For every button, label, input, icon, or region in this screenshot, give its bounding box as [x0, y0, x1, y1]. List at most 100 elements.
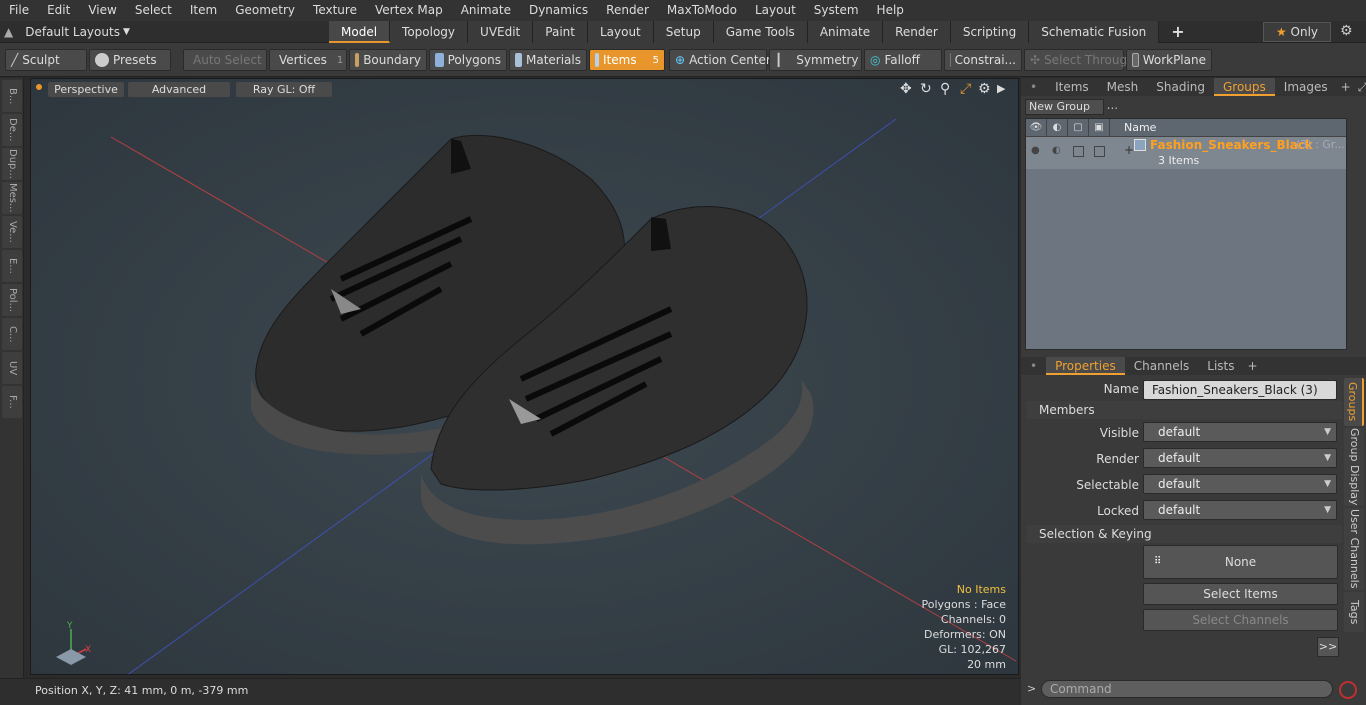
group-row[interactable]: ● ◐ + Fashion_Sneakers_Black (3) : Gr...… — [1026, 137, 1346, 169]
command-input[interactable]: Command — [1041, 680, 1333, 698]
gear-icon[interactable]: ⚙ — [1340, 23, 1353, 39]
panel-menu-dot[interactable]: • — [1021, 78, 1046, 96]
select-items-button[interactable]: Select Items — [1143, 583, 1338, 605]
view-mode-dropdown[interactable]: Perspective — [48, 82, 124, 97]
layout-dropdown[interactable]: ▲ Default Layouts ▼ — [4, 23, 130, 41]
items-button[interactable]: Items 5 — [589, 49, 665, 71]
tab-uvedit[interactable]: UVEdit — [468, 21, 534, 43]
left-tab-polygon[interactable]: Pol... — [2, 284, 22, 316]
group-lock-box[interactable] — [1094, 146, 1105, 157]
shading-dropdown[interactable]: Advanced — [128, 82, 230, 97]
viewport-menu-dot[interactable] — [36, 84, 42, 90]
presets-button[interactable]: Presets — [89, 49, 171, 71]
tab-images[interactable]: Images — [1275, 78, 1337, 96]
selectable-dropdown[interactable]: default ▼ — [1143, 474, 1337, 494]
add-panel-tab-button[interactable]: + — [1337, 78, 1355, 96]
tab-paint[interactable]: Paint — [533, 21, 588, 43]
select-channels-button[interactable]: Select Channels — [1143, 609, 1338, 631]
tab-setup[interactable]: Setup — [653, 21, 714, 43]
group-visibility-eye-icon[interactable]: ● — [1031, 145, 1040, 156]
zoom-view-icon[interactable]: ⚲ — [940, 81, 950, 97]
tab-lists[interactable]: Lists — [1198, 357, 1243, 375]
maximize-panel-icon[interactable]: ⤢ — [1355, 78, 1366, 96]
tab-game-tools[interactable]: Game Tools — [713, 21, 808, 43]
left-tab-deform[interactable]: De... — [2, 114, 22, 146]
select-through-button[interactable]: ✣ Select Through — [1024, 49, 1135, 71]
prop-panel-menu-dot[interactable]: • — [1021, 357, 1046, 375]
left-tab-vertex[interactable]: Ve... — [2, 216, 22, 248]
workplane-button[interactable]: WorkPlane — [1126, 49, 1212, 71]
record-macro-icon[interactable] — [1339, 681, 1357, 699]
rotate-view-icon[interactable]: ↻ — [920, 81, 932, 97]
tab-scripting[interactable]: Scripting — [950, 21, 1030, 43]
tab-render[interactable]: Render — [883, 21, 951, 43]
action-center-button[interactable]: ⊕ Action Center — [669, 49, 771, 71]
auto-select-button[interactable]: Auto Select — [183, 49, 267, 71]
maximize-view-icon[interactable]: ⤢ — [960, 81, 971, 97]
side-tab-user-channels[interactable]: User Channels — [1344, 508, 1364, 590]
tab-model[interactable]: Model — [329, 21, 391, 43]
menu-vertex-map[interactable]: Vertex Map — [366, 0, 452, 21]
group-select-box[interactable] — [1073, 146, 1084, 157]
menu-system[interactable]: System — [805, 0, 868, 21]
members-section[interactable]: Members — [1027, 401, 1342, 419]
menu-texture[interactable]: Texture — [304, 0, 366, 21]
materials-button[interactable]: Materials — [509, 49, 587, 71]
eye-icon[interactable]: 👁 — [1026, 119, 1047, 137]
falloff-button[interactable]: ◎ Falloff — [864, 49, 942, 71]
side-tab-tags[interactable]: Tags — [1344, 592, 1364, 632]
more-button[interactable]: >> — [1317, 637, 1339, 657]
lock-cube-icon[interactable]: ▣ — [1089, 119, 1110, 137]
tab-items[interactable]: Items — [1046, 78, 1098, 96]
new-group-button[interactable]: New Group — [1025, 99, 1104, 115]
select-cube-icon[interactable]: ▢ — [1068, 119, 1089, 137]
symmetry-button[interactable]: ┃ Symmetry — [769, 49, 862, 71]
left-tab-edge[interactable]: E... — [2, 250, 22, 282]
expand-group-icon[interactable]: + — [1124, 143, 1134, 157]
tab-layout[interactable]: Layout — [587, 21, 654, 43]
vertices-button[interactable]: Vertices 1 — [269, 49, 347, 71]
tab-animate[interactable]: Animate — [807, 21, 884, 43]
menu-render[interactable]: Render — [597, 0, 658, 21]
3d-viewport[interactable]: Y X Perspective Advanced Ray GL: Off ✥ ↻… — [30, 78, 1019, 675]
boundary-button[interactable]: Boundary — [349, 49, 427, 71]
add-prop-tab-button[interactable]: + — [1244, 357, 1262, 375]
tab-groups[interactable]: Groups — [1214, 78, 1275, 96]
add-tab-button[interactable]: + — [1159, 21, 1196, 43]
visible-dropdown[interactable]: default ▼ — [1143, 422, 1337, 442]
menu-maxtomodo[interactable]: MaxToModo — [658, 0, 746, 21]
only-button[interactable]: ★ Only — [1263, 22, 1331, 42]
tab-topology[interactable]: Topology — [390, 21, 469, 43]
left-tab-fusion[interactable]: F... — [2, 386, 22, 418]
menu-view[interactable]: View — [79, 0, 125, 21]
viewport-more-icon[interactable]: ▶ — [997, 82, 1005, 95]
tab-shading[interactable]: Shading — [1147, 78, 1214, 96]
group-render-icon[interactable]: ◐ — [1052, 145, 1061, 156]
menu-layout[interactable]: Layout — [746, 0, 805, 21]
menu-select[interactable]: Select — [126, 0, 181, 21]
constraints-button[interactable]: Constrai... — [944, 49, 1022, 71]
render-dropdown[interactable]: default ▼ — [1143, 448, 1337, 468]
tab-mesh[interactable]: Mesh ... — [1098, 78, 1148, 112]
tab-channels[interactable]: Channels — [1125, 357, 1199, 375]
none-button[interactable]: ⠿ None — [1143, 545, 1338, 579]
left-tab-uv[interactable]: UV — [2, 352, 22, 384]
left-tab-curve[interactable]: C... — [2, 318, 22, 350]
locked-dropdown[interactable]: default ▼ — [1143, 500, 1337, 520]
menu-edit[interactable]: Edit — [38, 0, 79, 21]
left-tab-mesh[interactable]: Mes... — [2, 182, 22, 214]
polygons-button[interactable]: Polygons — [429, 49, 507, 71]
name-field[interactable]: Fashion_Sneakers_Black (3) — [1143, 380, 1337, 400]
menu-file[interactable]: File — [0, 0, 38, 21]
tab-schematic-fusion[interactable]: Schematic Fusion — [1029, 21, 1160, 43]
render-icon[interactable]: ◐ — [1047, 119, 1068, 137]
sculpt-button[interactable]: ╱ Sculpt — [5, 49, 87, 71]
menu-dynamics[interactable]: Dynamics — [520, 0, 597, 21]
move-view-icon[interactable]: ✥ — [900, 81, 912, 97]
selection-keying-section[interactable]: Selection & Keying — [1027, 525, 1342, 543]
left-tab-duplicate[interactable]: Dup... — [2, 148, 22, 180]
menu-help[interactable]: Help — [868, 0, 913, 21]
viewport-settings-icon[interactable]: ⚙ — [978, 81, 991, 97]
menu-geometry[interactable]: Geometry — [226, 0, 304, 21]
side-tab-group-display[interactable]: Group Display — [1344, 428, 1364, 506]
